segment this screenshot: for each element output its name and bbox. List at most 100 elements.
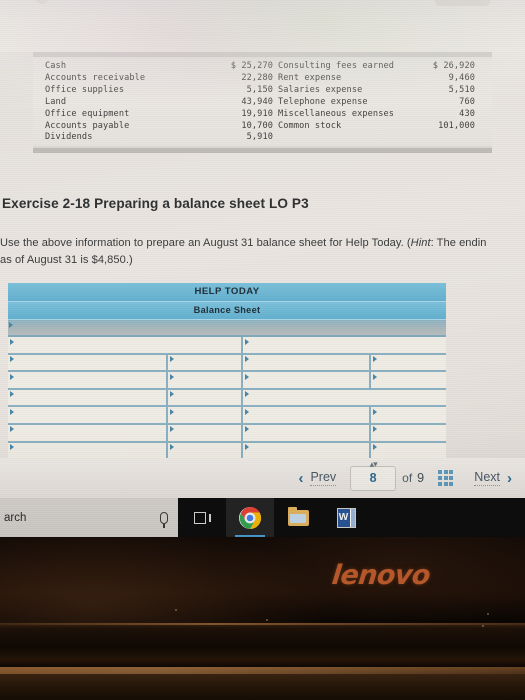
chevron-left-icon: ‹ [298,469,304,487]
cell-marker-icon [372,426,377,433]
account-amount-right: 5,510 [448,84,475,95]
cell-marker-icon [244,391,249,398]
page-number-input[interactable]: ▴▾ 8 [350,459,397,491]
form-cell[interactable] [371,442,446,459]
cell-marker-icon [9,356,14,363]
task-view-icon [193,511,211,525]
word-icon-letter: W [337,508,350,527]
form-cell[interactable] [243,389,446,406]
form-cell[interactable] [243,442,371,459]
form-cell[interactable] [243,372,371,388]
table-row: Dividends 5,910 [33,132,492,144]
windows-taskbar: arch W [0,498,525,537]
cell-marker-icon [372,356,377,363]
form-statement-title: Balance Sheet [8,301,446,320]
cell-marker-icon [169,391,174,398]
table-row: Accounts receivable 22,280 Rent expense … [33,73,492,85]
form-cell[interactable] [168,407,243,423]
account-name-right: Telephone expense [278,96,368,107]
cell-marker-icon [169,373,174,380]
form-cell[interactable] [371,372,446,388]
taskbar-item-file-explorer[interactable] [274,498,322,537]
cell-marker-icon [9,391,14,398]
table-row[interactable] [8,337,446,355]
cell-marker-icon [9,408,14,415]
form-grid[interactable] [8,337,446,461]
account-name-left: Accounts receivable [45,72,146,83]
table-row[interactable] [8,389,446,408]
grid-view-icon[interactable] [438,470,454,486]
table-row[interactable] [8,354,446,373]
account-balances-table: Cash $ 25,270 Consulting fees earned $ 2… [33,61,492,144]
laptop-bezel [0,537,525,700]
account-name-left: Cash [45,61,67,71]
table-row[interactable] [8,424,446,443]
account-amount-right: $ 26,920 [432,61,475,71]
page-number-value: 8 [369,471,377,485]
cell-marker-icon [244,444,249,451]
form-cell[interactable] [8,372,168,388]
form-cell[interactable] [243,407,371,423]
account-name-left: Office equipment [45,108,130,119]
cell-marker-icon [9,373,14,380]
form-cell[interactable] [168,424,243,441]
file-explorer-icon [287,506,309,526]
next-button-label: Next [474,470,500,486]
instruction-line-two: as of August 31 is $4,850.) [0,253,133,266]
table-row[interactable] [8,372,446,390]
account-amount-left: 43,940 [241,96,273,107]
form-cell[interactable] [371,354,446,371]
account-name-left: Office supplies [45,84,125,95]
form-cell[interactable] [168,372,243,388]
form-cell[interactable] [243,354,371,371]
form-cell[interactable] [168,354,243,371]
form-date-row[interactable] [8,320,446,337]
form-cell[interactable] [168,442,243,459]
taskbar-search-input[interactable]: arch [0,498,178,537]
prev-button[interactable]: ‹ Prev [289,470,345,487]
form-cell[interactable] [243,337,446,353]
account-amount-left: 10,700 [241,120,273,131]
microphone-icon[interactable] [160,511,168,528]
panel-bottom-edge [33,148,492,153]
screen-artifact-dot [36,0,48,4]
instruction-hint-label: Hint [410,237,431,249]
account-name-right: Miscellaneous expenses [278,108,395,119]
form-cell[interactable] [371,424,446,441]
cell-marker-icon [244,373,249,380]
form-cell[interactable] [8,337,243,353]
account-name-right [273,132,428,144]
account-name-left: Land [45,96,67,107]
task-view-button[interactable] [178,498,226,537]
form-cell[interactable] [168,389,243,406]
form-cell[interactable] [243,424,371,441]
cell-marker-icon [169,444,174,451]
form-cell[interactable] [8,442,168,459]
cell-marker-icon [169,356,174,363]
balance-sheet-form[interactable]: HELP TODAY Balance Sheet [8,283,446,461]
cell-marker-icon [244,356,249,363]
form-cell[interactable] [8,424,168,441]
account-amount-right: 9,460 [448,72,475,83]
form-cell[interactable] [371,407,446,423]
next-button[interactable]: Next › [465,470,521,487]
form-company-name: HELP TODAY [8,283,446,302]
form-cell[interactable] [8,354,168,371]
cell-marker-icon [169,426,174,433]
form-cell[interactable] [8,407,168,423]
taskbar-item-word[interactable]: W [322,498,370,537]
monitor-screen: Cash $ 25,270 Consulting fees earned $ 2… [0,0,525,537]
taskbar-item-chrome[interactable] [226,498,274,537]
account-amount-left: 5,910 [246,132,273,143]
table-row: Office supplies 5,150 Salaries expense 5… [33,85,492,97]
account-name-left: Dividends [45,132,93,143]
cell-marker-icon [9,444,14,451]
laptop-hinge-highlight [0,623,525,625]
account-amount-left: 5,150 [246,84,273,95]
form-cell[interactable] [8,389,168,406]
exercise-instructions: Use the above information to prepare an … [0,235,525,268]
stepper-icon[interactable]: ▴▾ [370,459,378,470]
table-row[interactable] [8,407,446,425]
cell-marker-icon [372,373,377,380]
pagination-bar: ‹ Prev ▴▾ 8 of 9 Next › [0,458,525,498]
